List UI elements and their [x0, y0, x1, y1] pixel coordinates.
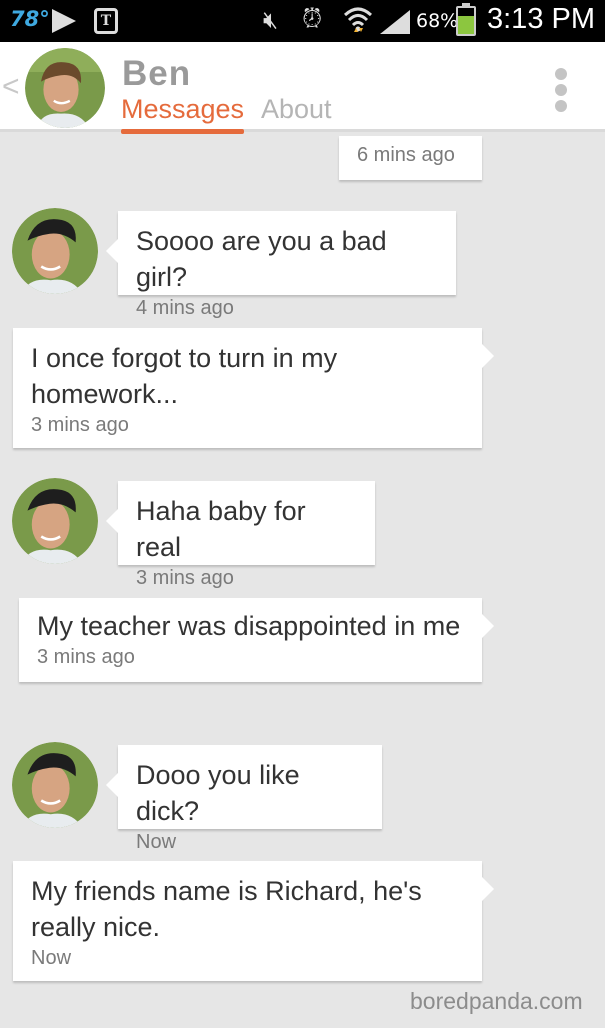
- battery-icon: [456, 6, 476, 36]
- message-time: 3 mins ago: [136, 567, 234, 589]
- ben-avatar[interactable]: [12, 208, 98, 294]
- conversation-header: < Ben Messages About: [0, 42, 605, 134]
- ben-avatar[interactable]: [12, 742, 98, 828]
- battery-fill: [458, 16, 474, 34]
- message-time: Now: [31, 947, 72, 969]
- status-bar: 78° T 🔇︎ ⏰︎ 68% 3:13 PM: [0, 0, 605, 42]
- back-chevron-icon[interactable]: <: [2, 70, 20, 104]
- alarm-icon: ⏰︎: [302, 4, 323, 34]
- message-text: My friends name is Richard, he's really …: [31, 876, 422, 942]
- avatar-photo: [25, 48, 105, 128]
- message-bubble-received: Haha baby for real 3 mins ago: [106, 481, 375, 589]
- message-text: Soooo are you a bad girl?: [136, 226, 387, 292]
- wifi-icon: [343, 7, 373, 32]
- mute-icon: 🔇︎: [263, 6, 279, 34]
- message-time: 6 mins ago: [357, 144, 455, 166]
- message-text: My teacher was disappointed in me: [37, 611, 461, 641]
- message-bubble-sent: I once forgot to turn in my homework... …: [13, 328, 494, 448]
- battery-percent: 68%: [416, 10, 459, 32]
- tab-about[interactable]: About: [261, 94, 332, 125]
- message-bubble-sent: My friends name is Richard, he's really …: [13, 861, 494, 981]
- t-mobile-icon: T: [94, 8, 118, 34]
- avatar-photo: [12, 742, 98, 828]
- message-time: 4 mins ago: [136, 297, 234, 319]
- play-icon: [52, 9, 76, 33]
- tab-messages[interactable]: Messages: [121, 94, 244, 125]
- message-bubble-received: Dooo you like dick? Now: [106, 745, 382, 853]
- watermark: boredpanda.com: [410, 988, 583, 1014]
- message-time: 3 mins ago: [31, 414, 129, 436]
- message-bubble-sent: 6 mins ago: [339, 136, 482, 180]
- message-text: Dooo you like dick?: [136, 760, 300, 826]
- temperature-readout: 78°: [10, 7, 50, 31]
- clock: 3:13 PM: [487, 3, 595, 35]
- signal-icon: [380, 10, 410, 34]
- active-tab-indicator: [121, 129, 244, 134]
- avatar-photo: [12, 478, 98, 564]
- message-time: Now: [136, 831, 177, 853]
- message-text: Haha baby for real: [136, 496, 306, 562]
- message-bubble-sent: My teacher was disappointed in me 3 mins…: [19, 598, 494, 682]
- contact-name: Ben: [122, 54, 192, 93]
- message-time: 3 mins ago: [37, 646, 135, 668]
- avatar-photo: [12, 208, 98, 294]
- contact-avatar[interactable]: [25, 48, 105, 128]
- message-text: I once forgot to turn in my homework...: [31, 343, 338, 409]
- message-bubble-received: Soooo are you a bad girl? 4 mins ago: [106, 211, 456, 319]
- overflow-menu-icon[interactable]: [555, 68, 569, 116]
- ben-avatar[interactable]: [12, 478, 98, 564]
